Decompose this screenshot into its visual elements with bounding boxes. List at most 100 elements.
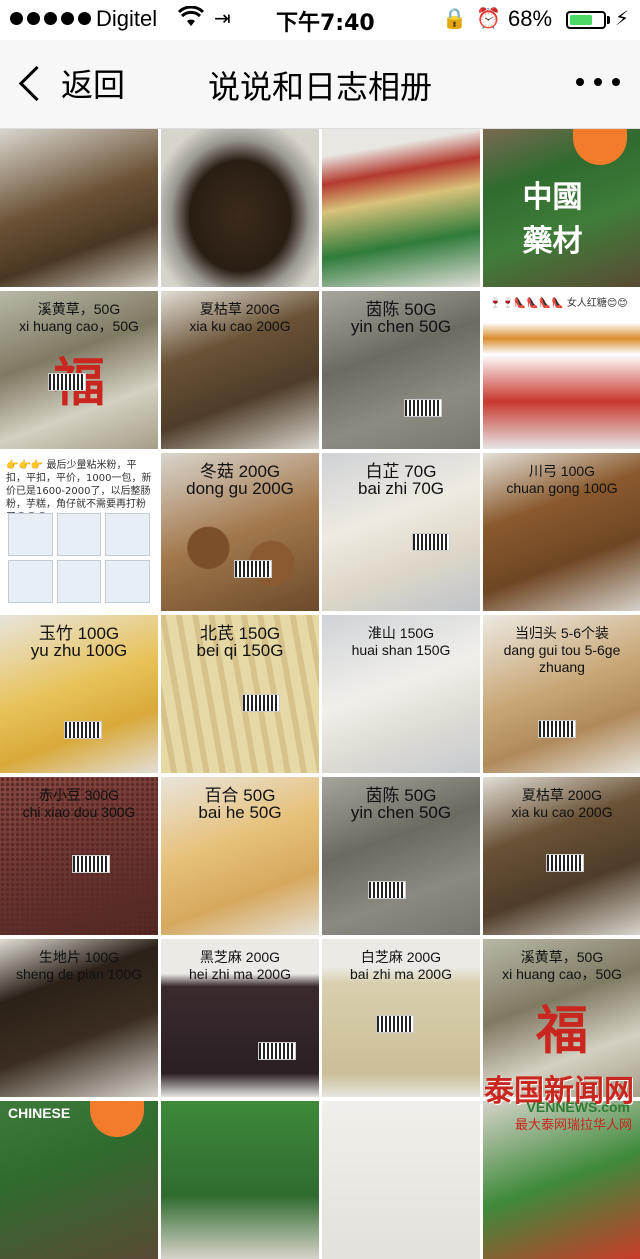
product-pack	[56, 513, 102, 556]
caption-chinese: 玉竹 100G	[38, 624, 120, 643]
caption-chinese: 白芷 70G	[365, 462, 437, 481]
carrier-name: Digitel	[96, 6, 158, 31]
product-pack	[8, 560, 53, 603]
photo-thumbnail[interactable]: 当归头 5-6个装 dang gui tou 5-6ge zhuang	[483, 615, 640, 773]
barcode-label	[538, 720, 576, 738]
photo-thumbnail[interactable]: 中國藥材	[483, 129, 640, 287]
photo-caption: 溪黄草，50G xi huang cao，50G	[0, 301, 158, 335]
photo-thumbnail[interactable]: 福溪黄草，50Gxi huang cao，50G	[0, 291, 158, 449]
caption-chinese: 黑芝麻 200G	[199, 949, 281, 965]
photo-thumbnail[interactable]: 北芪 150G bei qi 150G	[161, 615, 319, 773]
caption-pinyin: dang gui tou 5-6ge zhuang	[503, 642, 621, 675]
barcode-label	[242, 694, 280, 712]
caption-pinyin: bai zhi 70G	[358, 479, 444, 498]
caption-chinese: 白芝麻 200G	[360, 949, 442, 965]
status-bar: Digitel ⇥ 下午7:40 🔒 ⏰ 68% ⚡	[0, 0, 640, 40]
barcode-label	[546, 854, 584, 872]
charging-bolt-icon: ⚡	[615, 6, 630, 30]
photo-thumbnail[interactable]: 百合 50G bai he 50G	[161, 777, 319, 935]
photo-thumbnail[interactable]: 白芷 70G bai zhi 70G	[322, 453, 480, 611]
photo-thumbnail[interactable]	[322, 129, 480, 287]
rotation-lock-icon: 🔒	[442, 6, 467, 30]
photo-thumbnail[interactable]: 茵陈 50G yin chen 50G	[322, 777, 480, 935]
caption-pinyin: xi huang cao，50G	[502, 966, 622, 982]
photo-thumbnail[interactable]	[161, 129, 319, 287]
caption-pinyin: chuan gong 100G	[506, 480, 618, 496]
caption-pinyin: bai zhi ma 200G	[350, 966, 452, 982]
barcode-label	[412, 533, 450, 551]
photo-thumbnail[interactable]: 夏枯草 200G xia ku cao 200G	[161, 291, 319, 449]
caption-chinese: 赤小豆 300G	[38, 787, 120, 803]
wifi-icon	[177, 5, 205, 34]
more-dot-icon	[594, 78, 602, 86]
photo-caption: 白芝麻 200G bai zhi ma 200G	[322, 949, 480, 983]
barcode-label	[48, 373, 86, 391]
signal-strength-icon	[10, 8, 91, 25]
caption-pinyin: yu zhu 100G	[30, 641, 128, 660]
photo-thumbnail[interactable]: 夏枯草 200G xia ku cao 200G	[483, 777, 640, 935]
battery-level-fill	[570, 15, 592, 25]
page-title: 说说和日志相册	[207, 68, 432, 106]
caption-chinese: 川弓 100G	[528, 463, 596, 479]
caption-pinyin: hei zhi ma 200G	[189, 966, 291, 982]
caption-chinese: 茵陈 50G	[365, 300, 437, 319]
caption-pinyin: yin chen 50G	[350, 317, 452, 336]
caption-chinese: 当归头 5-6个装	[514, 625, 610, 641]
barcode-label	[376, 1015, 414, 1033]
photo-thumbnail[interactable]: 冬菇 200G dong gu 200G	[161, 453, 319, 611]
photo-caption: 赤小豆 300G chi xiao dou 300G	[0, 787, 158, 821]
alarm-icon: ⏰	[476, 6, 501, 30]
chat-screenshot-text: 🍷🍷👠👠👠👠 女人红糖😊😊	[489, 298, 628, 309]
caption-chinese: 百合 50G	[204, 786, 276, 805]
caption-pinyin: bai he 50G	[198, 803, 282, 822]
caption-pinyin: xia ku cao 200G	[511, 804, 613, 820]
photo-caption: 茵陈 50G yin chen 50G	[322, 787, 480, 821]
barcode-label	[234, 560, 272, 578]
photo-caption: 当归头 5-6个装 dang gui tou 5-6ge zhuang	[483, 625, 640, 676]
photo-caption: 冬菇 200G dong gu 200G	[161, 463, 319, 497]
caption-chinese: 溪黄草，50G	[37, 301, 121, 317]
photo-thumbnail[interactable]: 生地片 100G sheng de pian 100G	[0, 939, 158, 1097]
product-pack	[105, 513, 150, 556]
photo-thumbnail[interactable]: 🍷🍷👠👠👠👠 女人红糖😊😊	[483, 291, 640, 449]
status-time: 下午7:40	[276, 11, 375, 36]
photo-caption: 茵陈 50G yin chen 50G	[322, 301, 480, 335]
caption-chinese: 夏枯草 200G	[199, 301, 281, 317]
caption-pinyin: bei qi 150G	[196, 641, 284, 660]
photo-caption: 夏枯草 200G xia ku cao 200G	[161, 301, 319, 335]
caption-chinese: 北芪 150G	[199, 624, 281, 643]
photo-thumbnail[interactable]: 赤小豆 300G chi xiao dou 300G	[0, 777, 158, 935]
photo-caption: 夏枯草 200G xia ku cao 200G	[483, 787, 640, 821]
package-logo-text: 中國藥材	[522, 179, 583, 259]
site-watermark: 泰国新闻网 VENNEWS.com 最大泰网瑞拉华人网	[454, 1066, 634, 1133]
photo-caption: 黑芝麻 200G hei zhi ma 200G	[161, 949, 319, 983]
photo-caption: 北芪 150G bei qi 150G	[161, 625, 319, 659]
barcode-label	[64, 721, 102, 739]
photo-thumbnail[interactable]: 黑芝麻 200G hei zhi ma 200G	[161, 939, 319, 1097]
caption-chinese: 冬菇 200G	[199, 462, 281, 481]
location-arrow-icon: ⇥	[214, 6, 231, 30]
caption-pinyin: huai shan 150G	[351, 642, 451, 658]
photo-thumbnail[interactable]: 👉👉👉 最后少量粘米粉，平扣，平扣，平价，1000一包，新价已是1600-200…	[0, 453, 158, 611]
barcode-label	[368, 881, 406, 899]
photo-thumbnail[interactable]: 淮山 150G huai shan 150G	[322, 615, 480, 773]
caption-pinyin: xia ku cao 200G	[189, 318, 291, 334]
photo-thumbnail[interactable]: 川弓 100G chuan gong 100G	[483, 453, 640, 611]
package-sticker	[573, 129, 627, 165]
photo-caption: 淮山 150G huai shan 150G	[322, 625, 480, 659]
product-pack-grid	[8, 513, 150, 603]
photo-caption: 溪黄草，50G xi huang cao，50G	[483, 949, 640, 983]
more-options-button[interactable]	[576, 78, 620, 86]
photo-thumbnail[interactable]	[161, 1101, 319, 1259]
barcode-label	[404, 399, 442, 417]
photo-thumbnail[interactable]: 玉竹 100G yu zhu 100G	[0, 615, 158, 773]
photo-caption: 生地片 100G sheng de pian 100G	[0, 949, 158, 983]
photo-caption: 玉竹 100G yu zhu 100G	[0, 625, 158, 659]
battery-percentage: 68%	[508, 6, 553, 31]
caption-chinese: 茵陈 50G	[365, 786, 437, 805]
photo-thumbnail[interactable]: 茵陈 50G yin chen 50G	[322, 291, 480, 449]
photo-thumbnail[interactable]	[0, 129, 158, 287]
more-dot-icon	[612, 78, 620, 86]
photo-thumbnail[interactable]: CHINESE	[0, 1101, 158, 1259]
caption-chinese: 淮山 150G	[367, 625, 435, 641]
